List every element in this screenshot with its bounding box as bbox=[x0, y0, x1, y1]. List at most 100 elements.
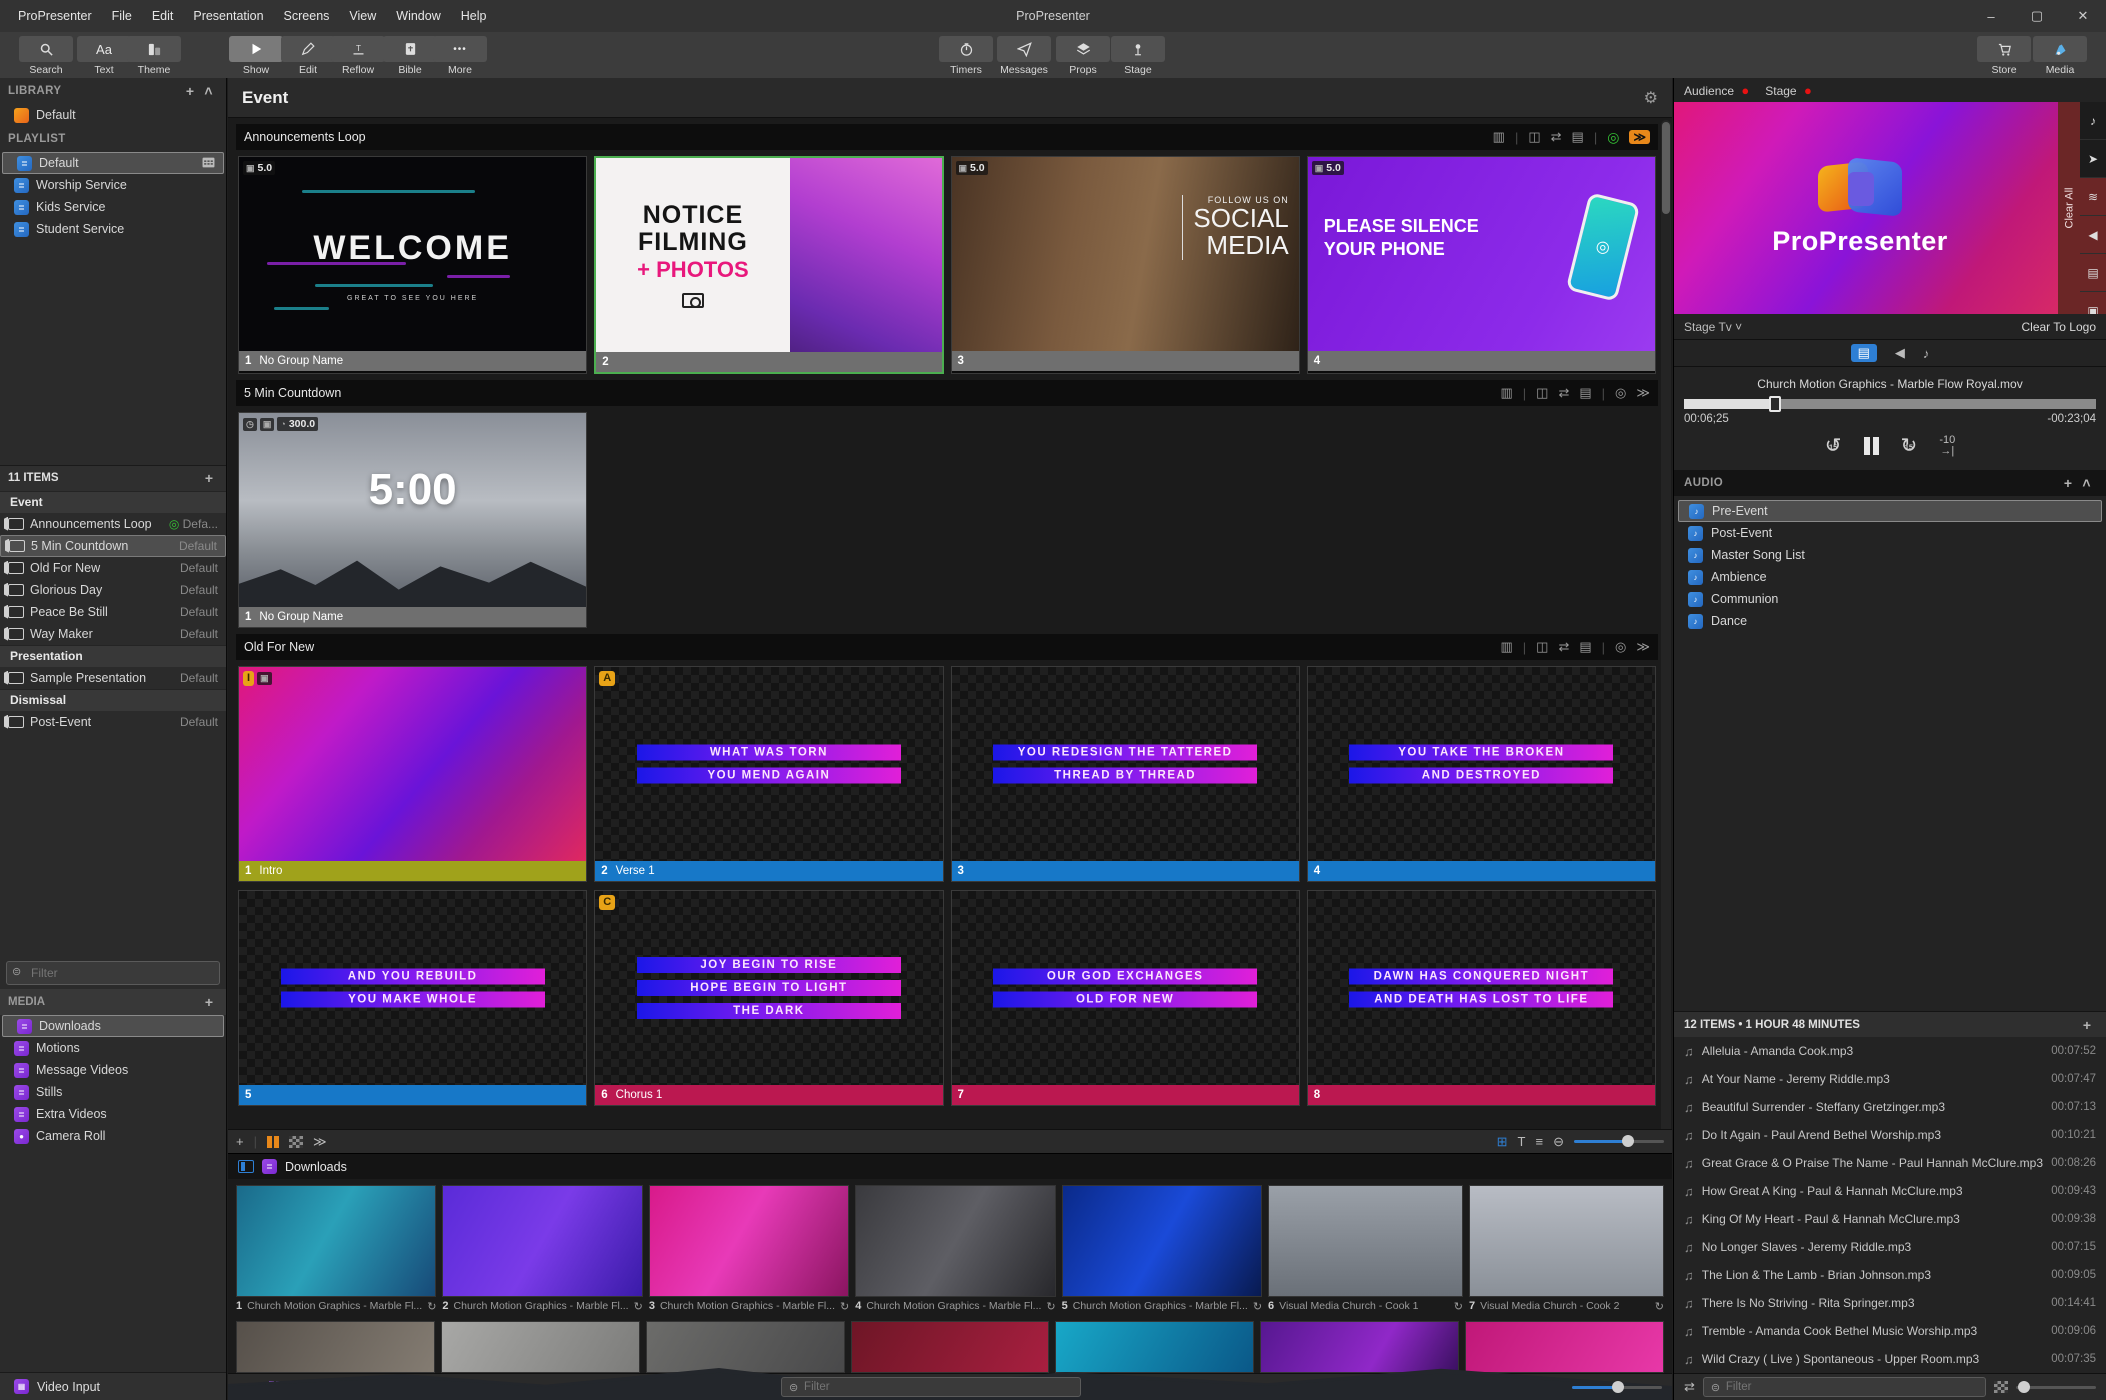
close-button[interactable]: ✕ bbox=[2060, 0, 2106, 32]
audio-file[interactable]: ♫ At Your Name - Jeremy Riddle.mp3 00:07:4… bbox=[1674, 1065, 2106, 1093]
volume-slider[interactable] bbox=[2016, 1380, 2096, 1393]
media-item-camera-roll[interactable]: ● Camera Roll bbox=[0, 1125, 226, 1147]
item-old-for-new[interactable]: Old For New Default bbox=[0, 557, 226, 579]
media-thumb[interactable] bbox=[1465, 1321, 1664, 1373]
props-button[interactable]: Props bbox=[1055, 36, 1111, 76]
media-thumb[interactable]: 7 Visual Media Church - Cook 2 ↻ bbox=[228, 1185, 1672, 1400]
loop-icon[interactable]: ◎ bbox=[1615, 385, 1626, 401]
bible-button[interactable]: Bible bbox=[382, 36, 438, 76]
items-add-button[interactable]: + bbox=[200, 470, 218, 486]
menu-propresenter[interactable]: ProPresenter bbox=[10, 5, 100, 27]
media-thumb[interactable]: 3 Church Motion Graphics - Marble Fl... ↻ bbox=[648, 1185, 850, 1315]
stage-button[interactable]: Stage bbox=[1110, 36, 1166, 76]
library-collapse-button[interactable]: ˄ bbox=[199, 83, 218, 99]
list-view-button[interactable]: ≡ bbox=[1536, 1134, 1544, 1149]
audience-label[interactable]: Audience ● bbox=[1684, 83, 1749, 98]
playback-progress-bar[interactable] bbox=[1684, 396, 2096, 412]
grid-view-button[interactable]: ⊞ bbox=[1497, 1134, 1508, 1150]
audio-fade-icon[interactable] bbox=[1994, 1381, 2008, 1393]
audio-bin-ambience[interactable]: ♪ Ambience bbox=[1678, 566, 2102, 588]
clear-messages-icon[interactable]: ➤ bbox=[2080, 140, 2106, 178]
add-slide-button[interactable]: + bbox=[236, 1134, 244, 1149]
clear-all-strip[interactable]: Clear All bbox=[2058, 102, 2080, 314]
film-icon[interactable]: ▥ bbox=[1500, 639, 1512, 655]
slide-silence-phone[interactable]: ▣ 5.0 PLEASE SILENCE YOUR PHONE ◎ 4 bbox=[1306, 156, 1656, 374]
slide-notice-filming[interactable]: NOTICE FILMING + PHOTOS 2 bbox=[594, 156, 944, 374]
media-add-button[interactable]: + bbox=[200, 994, 218, 1010]
menu-file[interactable]: File bbox=[104, 5, 140, 27]
playlist-item-kids-service[interactable]: ≣ Kids Service bbox=[0, 196, 226, 218]
audio-file[interactable]: ♫ Do It Again - Paul Arend Bethel Worship… bbox=[1674, 1121, 2106, 1149]
media-thumb[interactable]: 6 Visual Media Church - Cook 1 ↻ bbox=[228, 1185, 1672, 1400]
clear-announcements-icon[interactable]: ◀ bbox=[2080, 216, 2106, 254]
vertical-scrollbar[interactable] bbox=[1661, 120, 1671, 1129]
slide-verse1-b[interactable]: YOU REDESIGN THE TATTERED THREAD BY THRE… bbox=[950, 666, 1300, 882]
reflow-view-icon[interactable]: ▤ bbox=[1572, 129, 1584, 145]
audio-file[interactable]: ♫ The Lion & The Lamb - Brian Johnson.mp3… bbox=[1674, 1261, 2106, 1289]
item-announcements-loop[interactable]: Announcements Loop ◎ Defa... bbox=[0, 513, 226, 535]
clipboard-icon[interactable]: ◫ bbox=[1528, 129, 1540, 145]
slide-countdown[interactable]: ◷ ▣ ◔ 300.0 5:00 1 No Group Name bbox=[238, 412, 588, 628]
audio-file[interactable]: ♫ Tremble - Amanda Cook Bethel Music Wors… bbox=[1674, 1317, 2106, 1345]
zoom-out-button[interactable]: ⊖ bbox=[1553, 1134, 1564, 1150]
item-way-maker[interactable]: Way Maker Default bbox=[0, 623, 226, 645]
item-glorious-day[interactable]: Glorious Day Default bbox=[0, 579, 226, 601]
audio-items-add-button[interactable]: + bbox=[2078, 1017, 2096, 1033]
stage-selector[interactable]: Stage Tv ˅ bbox=[1684, 320, 1742, 334]
playlist-filter-input[interactable] bbox=[6, 961, 220, 986]
item-post-event[interactable]: Post-Event Default bbox=[0, 711, 226, 733]
menu-presentation[interactable]: Presentation bbox=[185, 5, 271, 27]
media-button[interactable]: Media bbox=[2032, 36, 2088, 76]
reflow-view-icon[interactable]: ▤ bbox=[1579, 385, 1591, 401]
stage-label[interactable]: Stage ● bbox=[1765, 83, 1812, 98]
item-sample-presentation[interactable]: Sample Presentation Default bbox=[0, 667, 226, 689]
audio-file[interactable]: ♫ Great Grace & O Praise The Name - Paul … bbox=[1674, 1149, 2106, 1177]
skip-icon[interactable]: ≫ bbox=[1629, 130, 1650, 144]
menu-help[interactable]: Help bbox=[453, 5, 495, 27]
clear-props-icon[interactable]: ≋ bbox=[2080, 178, 2106, 216]
slide-social-media[interactable]: ▣ 5.0 FOLLOW US ON SOCIAL MEDIA 3 bbox=[950, 156, 1300, 374]
clear-to-logo-button[interactable]: Clear To Logo bbox=[2022, 320, 2097, 334]
audio-add-button[interactable]: + bbox=[2059, 475, 2078, 491]
panel-toggle-icon[interactable] bbox=[238, 1160, 254, 1173]
show-button[interactable]: Show bbox=[228, 36, 284, 76]
clipboard-icon[interactable]: ◫ bbox=[1536, 639, 1548, 655]
skip-icon[interactable]: ≫ bbox=[1636, 385, 1650, 401]
audio-bin-master-song-list[interactable]: ♪ Master Song List bbox=[1678, 544, 2102, 566]
slide-welcome[interactable]: ▣ 5.0 WELCOME GREAT TO SEE YOU HERE 1 No G… bbox=[238, 156, 588, 374]
media-thumb[interactable] bbox=[1055, 1321, 1255, 1373]
go-to-next-button[interactable]: ≫ bbox=[313, 1134, 327, 1150]
slide-verse1-d[interactable]: AND YOU REBUILD YOU MAKE WHOLE 5 bbox=[238, 890, 588, 1106]
shuffle-button[interactable]: ⇄ bbox=[1684, 1379, 1695, 1395]
more-button[interactable]: ••• More bbox=[432, 36, 488, 76]
film-icon[interactable]: ▥ bbox=[1500, 385, 1512, 401]
audio-bin-pre-event[interactable]: ♪ Pre-Event bbox=[1678, 500, 2102, 522]
skip-forward-15-button[interactable]: ↻ 15 bbox=[1901, 433, 1918, 458]
slide-chorus1-a[interactable]: C JOY BEGIN TO RISE HOPE BEGIN TO LIGHT … bbox=[594, 890, 944, 1106]
media-thumb[interactable]: 1 Church Motion Graphics - Marble Fl... ↻ bbox=[236, 1185, 437, 1315]
minimize-button[interactable]: – bbox=[1968, 0, 2014, 32]
audio-bin-post-event[interactable]: ♪ Post-Event bbox=[1678, 522, 2102, 544]
film-icon[interactable]: ▥ bbox=[1493, 129, 1505, 145]
clear-slide-icon[interactable]: ▤ bbox=[2080, 254, 2106, 292]
media-item-stills[interactable]: ≣ Stills bbox=[0, 1081, 226, 1103]
theme-button[interactable]: Theme bbox=[126, 36, 182, 76]
skip-icon[interactable]: ≫ bbox=[1636, 639, 1650, 655]
audio-filter-input[interactable] bbox=[1702, 1377, 1986, 1397]
audio-file[interactable]: ♫ How Great A King - Paul & Hannah McClur… bbox=[1674, 1177, 2106, 1205]
menu-screens[interactable]: Screens bbox=[276, 5, 338, 27]
reflow-button[interactable]: T Reflow bbox=[330, 36, 386, 76]
audio-file[interactable]: ♫ Alleluia - Amanda Cook.mp3 00:07:52 bbox=[1674, 1037, 2106, 1065]
media-item-motions[interactable]: ≣ Motions bbox=[0, 1037, 226, 1059]
video-input-row[interactable]: ▦ Video Input bbox=[0, 1372, 226, 1400]
slide-verse1-a[interactable]: A WHAT WAS TORN YOU MEND AGAIN 2 Verse 1 bbox=[594, 666, 944, 882]
media-thumb[interactable] bbox=[645, 1321, 845, 1373]
edit-button[interactable]: Edit bbox=[280, 36, 336, 76]
clear-audio-icon[interactable]: ♪ bbox=[2080, 102, 2106, 140]
clear-slide-button[interactable] bbox=[266, 1135, 279, 1148]
playlist-item-student-service[interactable]: ≣ Student Service bbox=[0, 218, 226, 240]
playlist-item-worship-service[interactable]: ≣ Worship Service bbox=[0, 174, 226, 196]
scrubber-handle[interactable] bbox=[1768, 396, 1781, 412]
loop-live-icon[interactable]: ◎ bbox=[1607, 129, 1619, 146]
menu-edit[interactable]: Edit bbox=[144, 5, 182, 27]
